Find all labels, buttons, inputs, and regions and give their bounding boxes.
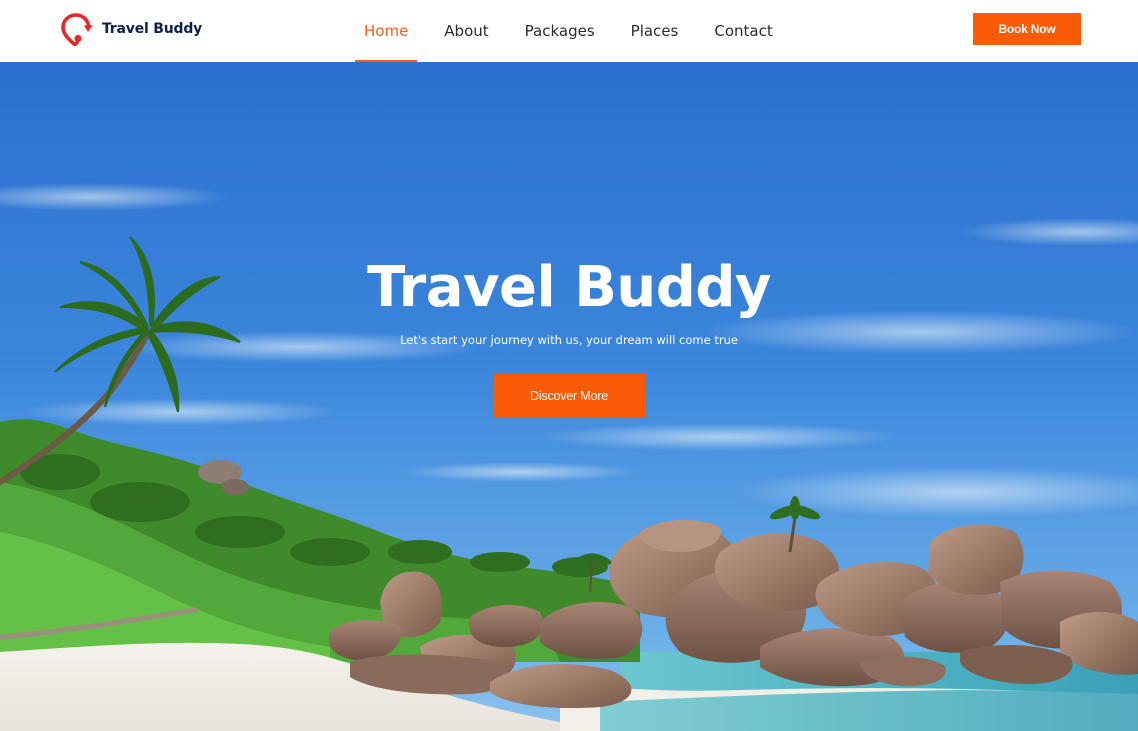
hero-title: Travel Buddy <box>367 255 771 320</box>
hero-section: Travel Buddy Let's start your journey wi… <box>0 62 1138 731</box>
nav-item-contact[interactable]: Contact <box>705 0 781 62</box>
brand-logo-link[interactable]: Travel Buddy <box>58 11 202 47</box>
nav-item-home[interactable]: Home <box>355 0 418 62</box>
discover-more-button[interactable]: Discover More <box>493 374 645 417</box>
location-pin-arrow-icon <box>61 13 93 47</box>
hero-content: Travel Buddy Let's start your journey wi… <box>0 252 1138 417</box>
nav-item-packages[interactable]: Packages <box>516 0 604 62</box>
hero-subtitle: Let's start your journey with us, your d… <box>400 333 738 347</box>
page: Travel Buddy Home About Packages Places … <box>0 0 1138 731</box>
book-now-button[interactable]: Book Now <box>973 13 1081 45</box>
brand-name: Travel Buddy <box>102 21 203 37</box>
nav-item-places[interactable]: Places <box>622 0 688 62</box>
navbar: Travel Buddy Home About Packages Places … <box>0 0 1138 62</box>
nav-item-about[interactable]: About <box>435 0 497 62</box>
main-nav: Home About Packages Places Contact <box>355 0 800 62</box>
